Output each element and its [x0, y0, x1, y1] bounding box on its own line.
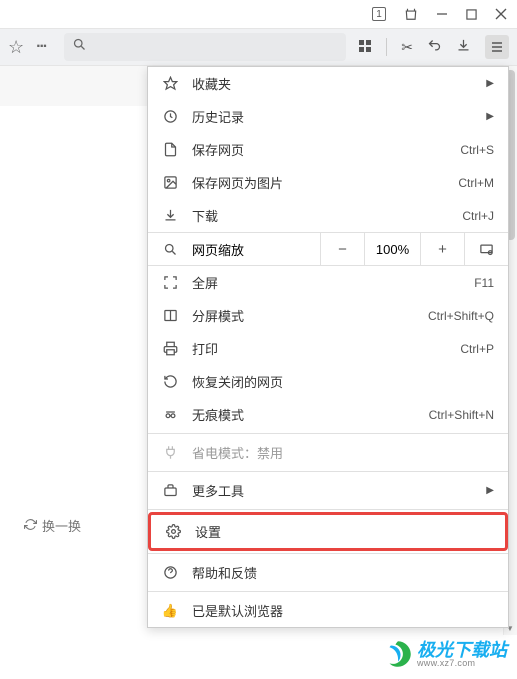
watermark-logo	[381, 637, 415, 671]
menu-separator	[148, 471, 508, 472]
zoom-fit-button[interactable]	[464, 233, 508, 265]
watermark: 极光下载站 www.xz7.com	[381, 637, 507, 671]
toolbar-actions: ✂	[358, 35, 509, 59]
star-icon	[162, 76, 178, 92]
help-icon	[162, 565, 178, 581]
menu-button[interactable]	[485, 35, 509, 59]
menu-separator	[148, 509, 508, 510]
menu-label: 收藏夹	[192, 74, 472, 93]
menu-label: 无痕模式	[192, 405, 415, 424]
main-menu: 收藏夹 ▶ 历史记录 ▶ 保存网页 Ctrl+S 保存网页为图片 Ctrl+M …	[147, 66, 509, 628]
more-icon[interactable]: ···	[36, 38, 46, 56]
toolbar: ☆ ··· ✂	[0, 28, 517, 66]
extensions-icon[interactable]	[404, 7, 418, 21]
menu-shortcut: Ctrl+P	[460, 342, 494, 356]
menu-label: 已是默认浏览器	[192, 601, 494, 620]
refresh-icon	[24, 518, 37, 534]
search-icon	[72, 37, 87, 57]
menu-label: 恢复关闭的网页	[192, 372, 494, 391]
mask-icon	[162, 407, 178, 423]
search-input[interactable]	[64, 33, 346, 61]
menu-save-page[interactable]: 保存网页 Ctrl+S	[148, 133, 508, 166]
menu-powersave[interactable]: 省电模式：禁用	[148, 436, 508, 469]
menu-label: 保存网页为图片	[192, 173, 444, 192]
menu-label: 设置	[195, 522, 491, 541]
menu-favorites[interactable]: 收藏夹 ▶	[148, 67, 508, 100]
menu-label: 更多工具	[192, 481, 472, 500]
gear-icon	[165, 524, 181, 540]
menu-label: 省电模式：禁用	[192, 443, 494, 462]
menu-zoom: 网页缩放 − 100% +	[148, 232, 508, 266]
menu-download[interactable]: 下载 Ctrl+J	[148, 199, 508, 232]
menu-label: 帮助和反馈	[192, 563, 494, 582]
fullscreen-icon	[162, 275, 178, 291]
divider	[386, 38, 387, 56]
close-button[interactable]	[495, 8, 507, 20]
menu-save-image[interactable]: 保存网页为图片 Ctrl+M	[148, 166, 508, 199]
menu-history[interactable]: 历史记录 ▶	[148, 100, 508, 133]
menu-label: 保存网页	[192, 140, 446, 159]
zoom-in-button[interactable]: +	[420, 233, 464, 265]
search-icon	[162, 241, 178, 257]
menu-label: 全屏	[192, 273, 460, 292]
refresh-label: 换一换	[42, 516, 81, 535]
bookmark-icon[interactable]: ☆	[8, 37, 24, 58]
thumbsup-icon: 👍	[162, 603, 178, 619]
watermark-text-en: www.xz7.com	[417, 659, 507, 668]
menu-default-browser[interactable]: 👍 已是默认浏览器	[148, 594, 508, 627]
download-icon[interactable]	[456, 38, 471, 56]
zoom-value: 100%	[364, 233, 420, 265]
chevron-right-icon: ▶	[486, 111, 494, 122]
menu-shortcut: F11	[474, 276, 494, 290]
plug-icon	[162, 445, 178, 461]
image-icon	[162, 175, 178, 191]
tab-count-badge[interactable]: 1	[372, 7, 386, 21]
menu-label: 历史记录	[192, 107, 472, 126]
menu-separator	[148, 553, 508, 554]
menu-label: 网页缩放	[192, 240, 244, 259]
watermark-text-cn: 极光下载站	[417, 641, 507, 659]
menu-incognito[interactable]: 无痕模式 Ctrl+Shift+N	[148, 398, 508, 431]
menu-shortcut: Ctrl+M	[458, 176, 494, 190]
menu-reopen[interactable]: 恢复关闭的网页	[148, 365, 508, 398]
menu-shortcut: Ctrl+Shift+Q	[428, 309, 494, 323]
clock-icon	[162, 109, 178, 125]
menu-more-tools[interactable]: 更多工具 ▶	[148, 474, 508, 507]
menu-help[interactable]: 帮助和反馈	[148, 556, 508, 589]
zoom-label-area: 网页缩放	[148, 233, 320, 265]
file-icon	[162, 142, 178, 158]
menu-separator	[148, 591, 508, 592]
menu-separator	[148, 433, 508, 434]
maximize-button[interactable]	[466, 9, 477, 20]
scissors-icon[interactable]: ✂	[401, 39, 413, 56]
settings-highlight: 设置	[148, 512, 508, 551]
menu-label: 打印	[192, 339, 446, 358]
refresh-button[interactable]: 换一换	[24, 516, 81, 535]
menu-fullscreen[interactable]: 全屏 F11	[148, 266, 508, 299]
zoom-out-button[interactable]: −	[320, 233, 364, 265]
undo-icon[interactable]	[427, 38, 442, 56]
split-icon	[162, 308, 178, 324]
restore-icon	[162, 374, 178, 390]
print-icon	[162, 341, 178, 357]
menu-split[interactable]: 分屏模式 Ctrl+Shift+Q	[148, 299, 508, 332]
chevron-right-icon: ▶	[486, 78, 494, 89]
menu-label: 分屏模式	[192, 306, 414, 325]
menu-shortcut: Ctrl+Shift+N	[429, 408, 494, 422]
toolbox-icon	[162, 483, 178, 499]
chevron-right-icon: ▶	[486, 485, 494, 496]
menu-shortcut: Ctrl+J	[462, 209, 494, 223]
grid-icon[interactable]	[358, 39, 372, 56]
menu-label: 下载	[192, 206, 448, 225]
menu-settings[interactable]: 设置	[151, 515, 505, 548]
titlebar: 1	[0, 0, 517, 28]
download-icon	[162, 208, 178, 224]
minimize-button[interactable]	[436, 8, 448, 20]
menu-print[interactable]: 打印 Ctrl+P	[148, 332, 508, 365]
menu-shortcut: Ctrl+S	[460, 143, 494, 157]
